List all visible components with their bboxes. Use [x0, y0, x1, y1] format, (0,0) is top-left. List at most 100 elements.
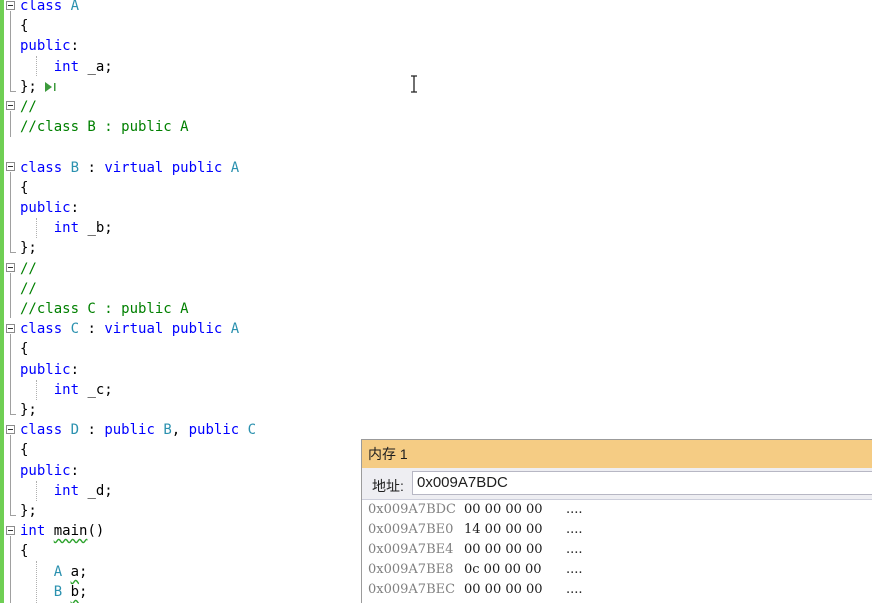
code-token: virtual public	[104, 160, 231, 176]
run-to-click-icon[interactable]	[45, 82, 57, 92]
memory-address-bar: 地址: 0x009A7BDC	[362, 468, 872, 500]
memory-row-bytes: 14 00 00 00	[464, 522, 543, 537]
code-line[interactable]: //	[20, 259, 37, 279]
code-token: int	[53, 220, 80, 236]
code-line[interactable]: {	[20, 178, 28, 198]
code-token: };	[20, 503, 37, 519]
code-line[interactable]: public:	[20, 36, 79, 56]
memory-window[interactable]: 内存 1 地址: 0x009A7BDC 0x009A7BDC 00 00 00 0…	[361, 439, 872, 603]
memory-window-title[interactable]: 内存 1	[362, 440, 872, 468]
code-line[interactable]: class A	[20, 0, 79, 16]
code-token: main	[53, 523, 88, 539]
memory-row-address: 0x009A7BE0	[368, 522, 454, 537]
code-token: C	[247, 422, 257, 438]
collapse-minus-icon[interactable]	[6, 526, 15, 535]
code-token: _a;	[79, 59, 113, 75]
collapse-minus-icon[interactable]	[6, 425, 15, 434]
code-line[interactable]: int main()	[20, 521, 104, 541]
code-line[interactable]: //	[20, 279, 37, 299]
address-input[interactable]: 0x009A7BDC	[412, 471, 872, 495]
collapse-minus-icon[interactable]	[6, 324, 15, 333]
code-line[interactable]: {	[20, 339, 28, 359]
code-line[interactable]: int _c;	[20, 380, 113, 400]
memory-row[interactable]: 0x009A7BE0 14 00 00 00....	[368, 520, 583, 540]
code-token: A	[53, 564, 63, 580]
outline-guide	[10, 536, 11, 603]
memory-row[interactable]: 0x009A7BEC 00 00 00 00....	[368, 580, 583, 600]
code-token: b	[70, 584, 80, 600]
collapse-minus-icon[interactable]	[6, 101, 15, 110]
memory-row-address: 0x009A7BEC	[368, 582, 456, 597]
code-token: D	[70, 422, 80, 438]
code-token: //	[20, 99, 37, 115]
outline-guide	[10, 435, 11, 515]
code-token: };	[20, 402, 37, 418]
code-token: public	[188, 422, 248, 438]
collapse-minus-icon[interactable]	[6, 162, 15, 171]
code-line[interactable]: A a;	[20, 562, 88, 582]
code-line[interactable]: public:	[20, 461, 79, 481]
collapse-minus-icon[interactable]	[6, 1, 15, 10]
code-line[interactable]: };	[20, 238, 37, 258]
code-line[interactable]: class B : virtual public A	[20, 158, 239, 178]
code-line[interactable]: class C : virtual public A	[20, 319, 239, 339]
code-token: int	[53, 59, 80, 75]
code-token: {	[20, 442, 29, 458]
text-cursor-icon	[411, 75, 417, 93]
collapse-minus-icon[interactable]	[6, 263, 15, 272]
memory-row-bytes: 00 00 00 00	[464, 542, 543, 557]
code-token: public	[20, 200, 71, 216]
memory-row[interactable]: 0x009A7BE4 00 00 00 00....	[368, 540, 583, 560]
code-token: {	[20, 180, 29, 196]
code-line[interactable]: int _a;	[20, 57, 113, 77]
code-token: A	[230, 160, 240, 176]
code-line[interactable]: //class C : public A	[20, 299, 189, 319]
code-line[interactable]: int _b;	[20, 218, 113, 238]
outline-guide	[10, 11, 11, 91]
memory-row-ascii: ....	[566, 582, 583, 597]
code-token: class	[20, 422, 71, 438]
code-line[interactable]: class D : public B, public C	[20, 420, 256, 440]
memory-row-bytes: 0c 00 00 00	[464, 562, 542, 577]
code-line[interactable]: };	[20, 77, 37, 97]
code-token: C	[70, 321, 80, 337]
outline-guide-end	[10, 252, 16, 253]
memory-row-bytes: 00 00 00 00	[464, 582, 543, 597]
code-line[interactable]: //	[20, 97, 37, 117]
code-token: :	[79, 160, 105, 176]
code-line[interactable]: };	[20, 400, 37, 420]
memory-row[interactable]: 0x009A7BE8 0c 00 00 00....	[368, 560, 583, 580]
code-line[interactable]: int _d;	[20, 481, 113, 501]
code-token: {	[20, 341, 29, 357]
memory-row-address: 0x009A7BE4	[368, 542, 454, 557]
code-line[interactable]: {	[20, 541, 28, 561]
outline-guide	[10, 273, 11, 318]
code-token: _c;	[79, 382, 113, 398]
outline-guide	[10, 334, 11, 414]
code-line[interactable]: {	[20, 440, 28, 460]
code-line[interactable]: {	[20, 16, 28, 36]
code-token: int	[53, 382, 80, 398]
code-token: :	[79, 321, 105, 337]
code-token: int	[53, 483, 80, 499]
code-line[interactable]: //class B : public A	[20, 117, 189, 137]
code-token: B	[53, 584, 63, 600]
outline-guide-end	[10, 414, 16, 415]
code-token: //class C : public A	[20, 301, 189, 317]
code-line[interactable]: public:	[20, 198, 79, 218]
code-token: };	[20, 240, 37, 256]
code-token: class	[20, 160, 71, 176]
code-token: virtual public	[104, 321, 231, 337]
code-token: //class B : public A	[20, 119, 189, 135]
code-line[interactable]: };	[20, 501, 37, 521]
code-line[interactable]: B b;	[20, 582, 88, 602]
code-token: int	[20, 523, 54, 539]
memory-row[interactable]: 0x009A7BDC 00 00 00 00....	[368, 500, 583, 520]
code-token: :	[70, 463, 80, 479]
code-token: public	[104, 422, 164, 438]
code-line[interactable]: public:	[20, 360, 79, 380]
